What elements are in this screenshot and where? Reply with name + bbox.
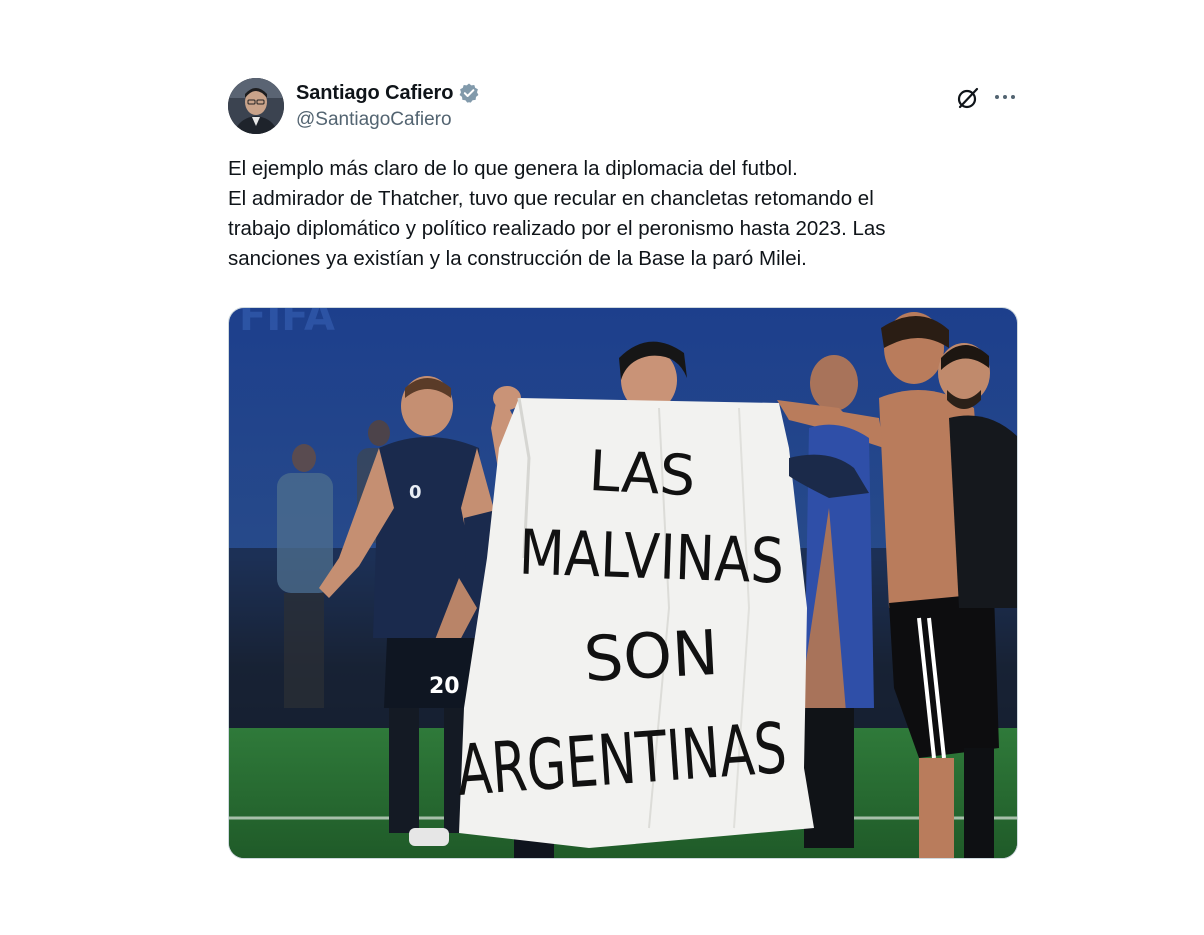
tweet[interactable]: Santiago Cafiero @SantiagoCafiero El eje… [228, 76, 1018, 859]
jersey-number: 20 [429, 674, 460, 699]
tweet-line: El admirador de Thatcher, tuvo que recul… [228, 187, 874, 210]
more-icon[interactable] [992, 84, 1018, 110]
verified-badge-icon[interactable] [458, 82, 480, 104]
tweet-header: Santiago Cafiero @SantiagoCafiero [228, 76, 1018, 138]
avatar[interactable] [228, 78, 284, 134]
tweet-line: sanciones ya existían y la construcción … [228, 247, 807, 270]
banner: LAS MALVINAS SON ARGENTINAS [454, 397, 814, 848]
display-name[interactable]: Santiago Cafiero [296, 82, 453, 105]
tweet-line: trabajo diplomático y político realizado… [228, 217, 886, 240]
grok-icon[interactable] [956, 86, 980, 110]
tweet-text: El ejemplo más claro de lo que genera la… [228, 154, 1018, 274]
display-name-row: Santiago Cafiero [296, 80, 480, 106]
svg-text:0: 0 [409, 482, 422, 503]
tweet-line: El ejemplo más claro de lo que genera la… [228, 157, 798, 180]
handle[interactable]: @SantiagoCafiero [296, 109, 480, 131]
svg-text:FIFA: FIFA [239, 308, 335, 340]
author-names: Santiago Cafiero @SantiagoCafiero [296, 80, 480, 131]
banner-line: MALVINAS [518, 515, 785, 597]
banner-line: LAS [587, 439, 697, 509]
banner-line: SON [582, 616, 720, 696]
tweet-photo[interactable]: FIFA 0 20 LAS MALVINAS SON ARGENTINAS [228, 307, 1018, 859]
